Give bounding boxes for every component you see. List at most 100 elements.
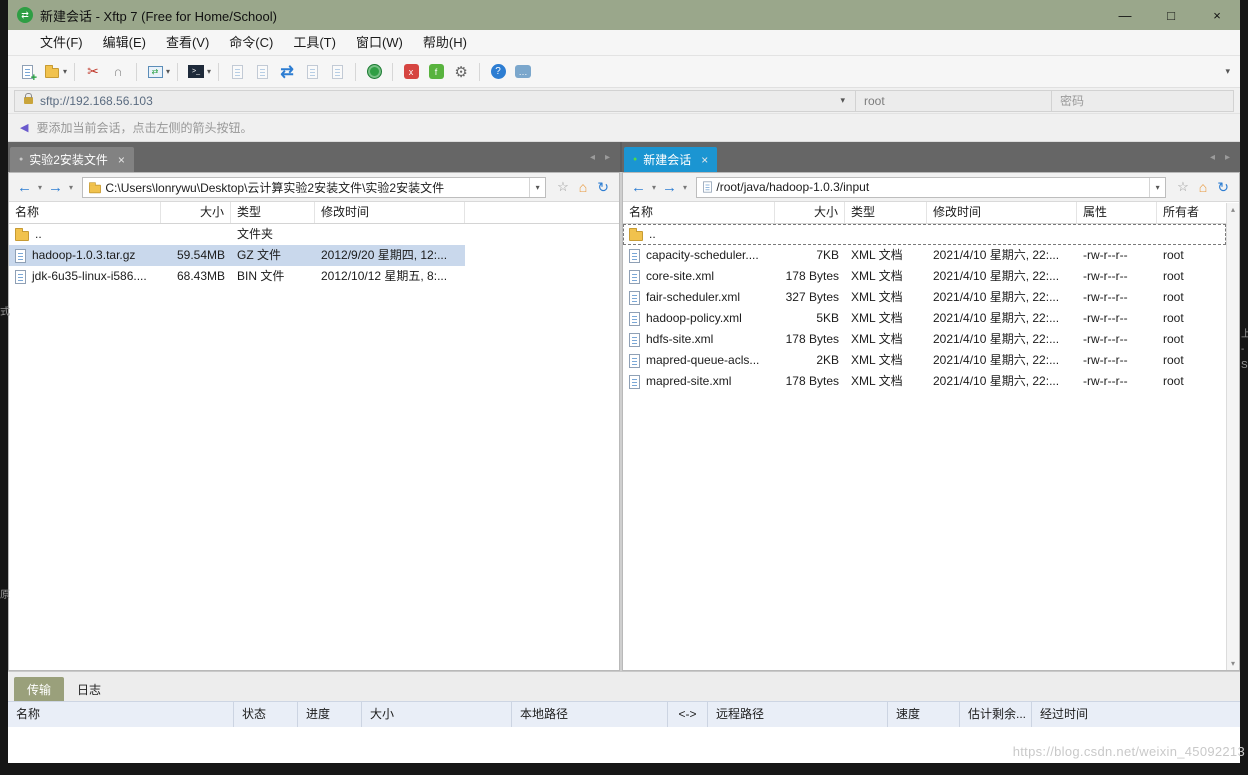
forward-dropdown-icon[interactable]: ▾: [681, 183, 689, 192]
disconnect-scissors-icon[interactable]: ✂: [82, 61, 104, 83]
forward-button[interactable]: →: [46, 179, 65, 196]
maximize-button[interactable]: □: [1148, 0, 1194, 30]
tab-close-icon[interactable]: ×: [118, 153, 125, 167]
forward-button[interactable]: →: [660, 179, 679, 196]
column-header-elapsed[interactable]: 经过时间: [1032, 702, 1240, 727]
column-header-type[interactable]: 类型: [231, 202, 315, 223]
menu-window[interactable]: 窗口(W): [346, 30, 413, 56]
transfer-swap-icon[interactable]: ⇄: [276, 61, 298, 83]
column-header-mtime[interactable]: 修改时间: [315, 202, 465, 223]
forward-dropdown-icon[interactable]: ▾: [67, 183, 75, 192]
xagent-red-icon[interactable]: x: [400, 61, 422, 83]
column-header-mtime[interactable]: 修改时间: [927, 202, 1077, 223]
path-dropdown-icon[interactable]: ▾: [1149, 178, 1165, 197]
back-dropdown-icon[interactable]: ▾: [650, 183, 658, 192]
tab-remote-session[interactable]: ● 新建会话 ×: [624, 147, 717, 172]
column-header-owner[interactable]: 所有者: [1157, 202, 1226, 223]
column-header-type[interactable]: 类型: [845, 202, 927, 223]
refresh-icon[interactable]: ↻: [593, 179, 613, 196]
tab-scroll-left-icon[interactable]: ◂: [1210, 152, 1215, 163]
menu-edit[interactable]: 编辑(E): [93, 30, 156, 56]
web-globe-icon[interactable]: [363, 61, 385, 83]
menu-view[interactable]: 查看(V): [156, 30, 219, 56]
xml-file-icon: [629, 333, 640, 347]
column-header-progress[interactable]: 进度: [298, 702, 362, 727]
password-input[interactable]: [1060, 94, 1225, 108]
scroll-down-icon[interactable]: ▾: [1231, 659, 1235, 668]
column-header-name[interactable]: 名称: [8, 702, 234, 727]
file-attr: -rw-r--r--: [1077, 266, 1157, 287]
menu-help[interactable]: 帮助(H): [413, 30, 477, 56]
file-row-up[interactable]: ..: [623, 224, 1226, 245]
column-header-speed[interactable]: 速度: [888, 702, 960, 727]
help-icon[interactable]: ?: [487, 61, 509, 83]
back-button[interactable]: ←: [629, 179, 648, 196]
tab-transfer[interactable]: 传输: [14, 677, 64, 701]
open-session-dropdown-icon[interactable]: ▾: [63, 67, 67, 76]
menu-tools[interactable]: 工具(T): [283, 30, 346, 56]
menu-file[interactable]: 文件(F): [30, 30, 93, 56]
tab-local-session[interactable]: ● 实验2安装文件 ×: [10, 147, 134, 172]
file-mtime: 2021/4/10 星期六, 22:...: [927, 266, 1077, 287]
terminal-dropdown-icon[interactable]: ▾: [207, 67, 211, 76]
column-header-size[interactable]: 大小: [775, 202, 845, 223]
toolbar-overflow-icon[interactable]: ▾: [1225, 66, 1232, 77]
tab-scroll-left-icon[interactable]: ◂: [590, 152, 595, 163]
local-path-combobox[interactable]: C:\Users\lonrywu\Desktop\云计算实验2安装文件\实验2安…: [82, 177, 546, 198]
tab-log[interactable]: 日志: [64, 677, 114, 701]
xftp-green-icon[interactable]: f: [425, 61, 447, 83]
host-address-field[interactable]: sftp://192.168.56.103 ▾: [14, 90, 856, 112]
copy-icon[interactable]: [226, 61, 248, 83]
file-row-selected[interactable]: hadoop-1.0.3.tar.gz 59.54MB GZ 文件 2012/9…: [9, 245, 619, 266]
column-header-eta[interactable]: 估计剩余...: [960, 702, 1032, 727]
home-icon[interactable]: ⌂: [1195, 179, 1211, 195]
new-transfer-window-icon[interactable]: ⇄: [144, 61, 166, 83]
tab-close-icon[interactable]: ×: [701, 153, 708, 167]
transfer-window-dropdown-icon[interactable]: ▾: [166, 67, 170, 76]
column-header-name[interactable]: 名称: [623, 202, 775, 223]
new-session-icon[interactable]: +: [16, 61, 38, 83]
host-dropdown-icon[interactable]: ▾: [836, 95, 849, 106]
open-session-icon[interactable]: [41, 61, 63, 83]
path-dropdown-icon[interactable]: ▾: [529, 178, 545, 197]
column-header-direction[interactable]: <->: [668, 702, 708, 727]
username-input[interactable]: [864, 94, 1043, 108]
file-row-up[interactable]: .. 文件夹: [9, 224, 619, 245]
tab-scroll-right-icon[interactable]: ▸: [1225, 152, 1230, 163]
column-header-size[interactable]: 大小: [161, 202, 231, 223]
minimize-button[interactable]: —: [1102, 0, 1148, 30]
remote-path-combobox[interactable]: /root/java/hadoop-1.0.3/input ▾: [696, 177, 1166, 198]
file-row[interactable]: capacity-scheduler.... 7KB XML 文档 2021/4…: [623, 245, 1226, 266]
reconnect-icon[interactable]: ∩: [107, 61, 129, 83]
open-terminal-icon[interactable]: >_: [185, 61, 207, 83]
refresh-icon[interactable]: ↻: [1213, 179, 1233, 196]
settings-gear-icon[interactable]: ⚙: [450, 61, 472, 83]
file-row[interactable]: mapred-queue-acls... 2KB XML 文档 2021/4/1…: [623, 350, 1226, 371]
file-row[interactable]: hdfs-site.xml 178 Bytes XML 文档 2021/4/10…: [623, 329, 1226, 350]
back-button[interactable]: ←: [15, 179, 34, 196]
paste-icon[interactable]: [251, 61, 273, 83]
sync-doc-icon[interactable]: [326, 61, 348, 83]
file-row[interactable]: fair-scheduler.xml 327 Bytes XML 文档 2021…: [623, 287, 1226, 308]
queue-doc-icon[interactable]: [301, 61, 323, 83]
home-icon[interactable]: ⌂: [575, 179, 591, 195]
column-header-name[interactable]: 名称: [9, 202, 161, 223]
file-row[interactable]: core-site.xml 178 Bytes XML 文档 2021/4/10…: [623, 266, 1226, 287]
scroll-up-icon[interactable]: ▴: [1231, 205, 1235, 214]
column-header-attr[interactable]: 属性: [1077, 202, 1157, 223]
favorites-star-icon[interactable]: ☆: [1173, 179, 1193, 195]
column-header-status[interactable]: 状态: [234, 702, 298, 727]
feedback-bubble-icon[interactable]: …: [512, 61, 534, 83]
menu-command[interactable]: 命令(C): [219, 30, 283, 56]
close-button[interactable]: ×: [1194, 0, 1240, 30]
file-row[interactable]: mapred-site.xml 178 Bytes XML 文档 2021/4/…: [623, 371, 1226, 392]
column-header-remote-path[interactable]: 远程路径: [708, 702, 888, 727]
tab-scroll-right-icon[interactable]: ▸: [605, 152, 610, 163]
favorites-star-icon[interactable]: ☆: [553, 179, 573, 195]
file-row[interactable]: jdk-6u35-linux-i586.... 68.43MB BIN 文件 2…: [9, 266, 619, 287]
column-header-size[interactable]: 大小: [362, 702, 512, 727]
back-dropdown-icon[interactable]: ▾: [36, 183, 44, 192]
vertical-scrollbar[interactable]: ▴ ▾: [1226, 203, 1239, 670]
column-header-local-path[interactable]: 本地路径: [512, 702, 668, 727]
file-row[interactable]: hadoop-policy.xml 5KB XML 文档 2021/4/10 星…: [623, 308, 1226, 329]
